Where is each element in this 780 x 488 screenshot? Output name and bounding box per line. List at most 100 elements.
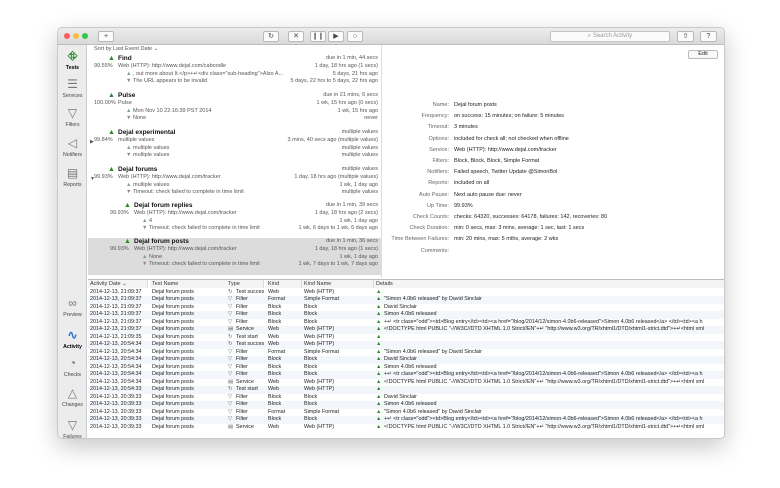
search-input[interactable]: ⌕ Search Activity [550, 31, 670, 42]
field-label: Frequency: [421, 113, 449, 120]
column-header[interactable]: Activity Date ⌄ [88, 280, 148, 288]
test-time: 1 wk, 1 day ago [339, 217, 378, 224]
table-cell: Dejal forum posts [152, 341, 194, 347]
app-window: + ↻ ✕ ❙❙ ▶ ○ ⌕ Search Activity ⇧ ? ⛗ Test… [57, 27, 725, 439]
pause-button[interactable]: ❙❙ [310, 31, 326, 42]
refresh-button[interactable]: ↻ [263, 31, 279, 42]
triangle-down-icon: ▽ [67, 418, 78, 432]
minimize-icon[interactable] [73, 33, 79, 39]
table-row[interactable]: 2014-12-13, 20:39:33 Dejal forum posts ▽ Fi… [88, 409, 724, 417]
table-cell: 2014-12-13, 21:09:37 [90, 318, 142, 325]
table-row[interactable]: 2014-12-13, 20:39:33 Dejal forum posts ▤ Se… [88, 423, 724, 432]
table-cell: Filter [236, 371, 248, 377]
help-button[interactable]: ? [700, 31, 717, 42]
table-cell: Simon 4.0b6 released [384, 311, 437, 317]
table-cell: Dejal forum posts [152, 401, 194, 407]
test-detail: multiple values [118, 137, 155, 143]
column-header[interactable]: Kind [266, 280, 302, 288]
test-detail: The URL appears to be invalid [133, 78, 208, 84]
table-row[interactable]: 2014-12-13, 20:54:34 Dejal forum posts ▽ Fi… [88, 356, 724, 364]
table-row[interactable]: 2014-12-13, 21:09:37 Dejal forum posts ▽ Fi… [88, 296, 724, 304]
sort-menu[interactable]: Sort by Last Event Date ⌄ [88, 45, 381, 53]
test-row[interactable]: ▲ Pulse due in 21 mins, 6 secs 100.00% Pulse… [88, 92, 381, 129]
table-row[interactable]: 2014-12-13, 20:54:34 Dejal forum posts ▽ Fi… [88, 371, 724, 379]
table-row[interactable]: 2014-12-13, 21:09:37 Dejal forum posts ▽ Fi… [88, 311, 724, 319]
sidebar-item-notifiers[interactable]: ◁ Notifiers [58, 137, 87, 159]
sidebar-item-tests[interactable]: ⛗ Tests [58, 50, 87, 72]
close-icon[interactable] [64, 33, 70, 39]
sidebar-item-services[interactable]: ☰ Services [58, 78, 87, 100]
table-row[interactable]: 2014-12-13, 21:09:35 Dejal forum posts ↻ Te… [88, 333, 724, 342]
table-row[interactable]: 2014-12-13, 20:39:33 Dejal forum posts ▽ Fi… [88, 393, 724, 402]
table-row[interactable]: 2014-12-13, 21:09:37 Dejal forum posts ▤ Se… [88, 326, 724, 334]
status-icon: ▲ [376, 288, 382, 295]
table-cell: Dejal forum posts [152, 363, 194, 370]
table-cell: Block [268, 371, 282, 377]
table-row[interactable]: 2014-12-13, 21:09:37 Dejal forum posts ▽ Fi… [88, 318, 724, 327]
test-row[interactable]: ▲ Dejal forum posts due in 1 min, 36 secs 9… [88, 238, 381, 275]
test-due: due in 1 min, 44 secs [326, 55, 378, 61]
share-button[interactable]: ⇧ [677, 31, 694, 42]
edit-button[interactable]: Edit [688, 50, 718, 59]
test-time: 1 day, 18 hrs ago (2 secs) [314, 210, 378, 216]
sidebar-item-activity[interactable]: ∿ Activity [58, 329, 87, 351]
test-row[interactable]: ▶ ▲ Dejal experimental multiple values 99.84… [88, 129, 381, 166]
sidebar-item-label: Changes [62, 402, 83, 408]
status-icon: ▲ [376, 423, 382, 430]
line-icon: ▲ [126, 70, 132, 77]
mute-button[interactable]: ✕ [288, 31, 304, 42]
test-list[interactable]: Sort by Last Event Date ⌄ ▲ Find due in 1 … [88, 45, 382, 278]
table-cell: Block [304, 416, 318, 422]
test-detail: None [133, 115, 147, 121]
test-detail: Pulse [118, 100, 132, 106]
column-header[interactable]: Type [226, 280, 264, 288]
table-cell: 2014-12-13, 20:54:33 [90, 386, 142, 392]
table-row[interactable]: 2014-12-13, 21:09:37 Dejal forum posts ↻ Te… [88, 288, 724, 297]
table-row[interactable]: 2014-12-13, 21:09:37 Dejal forum posts ▽ Fi… [88, 303, 724, 312]
zoom-icon[interactable] [82, 33, 88, 39]
field-label: Check Counts: [412, 214, 449, 220]
sidebar-item-filters[interactable]: ▽ Filters [58, 107, 87, 129]
table-cell: 2014-12-13, 20:39:33 [90, 416, 142, 422]
table-cell: Dejal forum posts [152, 333, 194, 340]
play-button[interactable]: ▶ [328, 31, 344, 42]
sidebar-item-label: Failures [63, 434, 82, 439]
test-name: Dejal experimental [118, 129, 176, 136]
table-row[interactable]: 2014-12-13, 20:54:34 Dejal forum posts ▤ Se… [88, 379, 724, 387]
triangle-up-icon: △ [67, 386, 78, 400]
sidebar-item-checks[interactable]: ◔ Checks [58, 357, 87, 379]
column-header[interactable]: Test Name [150, 280, 228, 288]
table-cell: Block [304, 371, 318, 377]
add-button[interactable]: + [98, 31, 114, 42]
table-cell: Dejal forum posts [152, 348, 194, 355]
sidebar-item-changes[interactable]: △ Changes [58, 386, 87, 409]
table-row[interactable]: 2014-12-13, 20:54:34 Dejal forum posts ▽ Fi… [88, 363, 724, 372]
type-icon: ▽ [228, 393, 233, 400]
column-header[interactable]: Kind Name [302, 280, 374, 288]
table-cell: Filter [236, 393, 248, 400]
table-cell: Service [236, 326, 254, 332]
test-status-icon: ▲ [124, 238, 131, 245]
test-row[interactable]: ▲ Dejal forum replies due in 1 min, 39 sec… [88, 202, 381, 239]
table-row[interactable]: 2014-12-13, 20:54:34 Dejal forum posts ↻ Te… [88, 341, 724, 349]
sidebar-item-failures[interactable]: ▽ Failures [58, 419, 87, 439]
line-icon: ▼ [126, 189, 132, 195]
activity-table[interactable]: Activity Date ⌄ Test Name Type Kind Kind Nam… [88, 279, 724, 438]
sidebar-item-label: Reports [63, 182, 82, 188]
test-row[interactable]: ▼ ▲ Dejal forums multiple values 99.93% Web (… [88, 166, 381, 203]
sidebar-item-reports[interactable]: ▤ Reports [58, 167, 87, 189]
table-row[interactable]: 2014-12-13, 20:39:33 Dejal forum posts ▽ Fi… [88, 416, 724, 424]
table-row[interactable]: 2014-12-13, 20:54:33 Dejal forum posts ↻ Te… [88, 386, 724, 394]
sidebar-item-preview[interactable]: ∞ Preview [58, 297, 87, 319]
test-row[interactable]: ▲ Find due in 1 min, 44 secs 99.55% Web (HTT… [88, 55, 381, 92]
column-header[interactable]: Details [374, 280, 724, 288]
field-value: min: 0 secs, max: 3 mins, average: 1 sec… [454, 225, 585, 232]
stop-button[interactable]: ○ [347, 31, 363, 42]
table-row[interactable]: 2014-12-13, 20:54:34 Dejal forum posts ▽ Fi… [88, 348, 724, 357]
table-cell: 2014-12-13, 20:54:34 [90, 363, 142, 370]
field-label: Notifiers: [427, 169, 449, 176]
test-uptime: 99.55% [94, 63, 113, 69]
sidebar-item-label: Preview [63, 312, 82, 318]
table-row[interactable]: 2014-12-13, 20:39:33 Dejal forum posts ▽ Fi… [88, 401, 724, 409]
status-icon: ▲ [376, 303, 382, 310]
